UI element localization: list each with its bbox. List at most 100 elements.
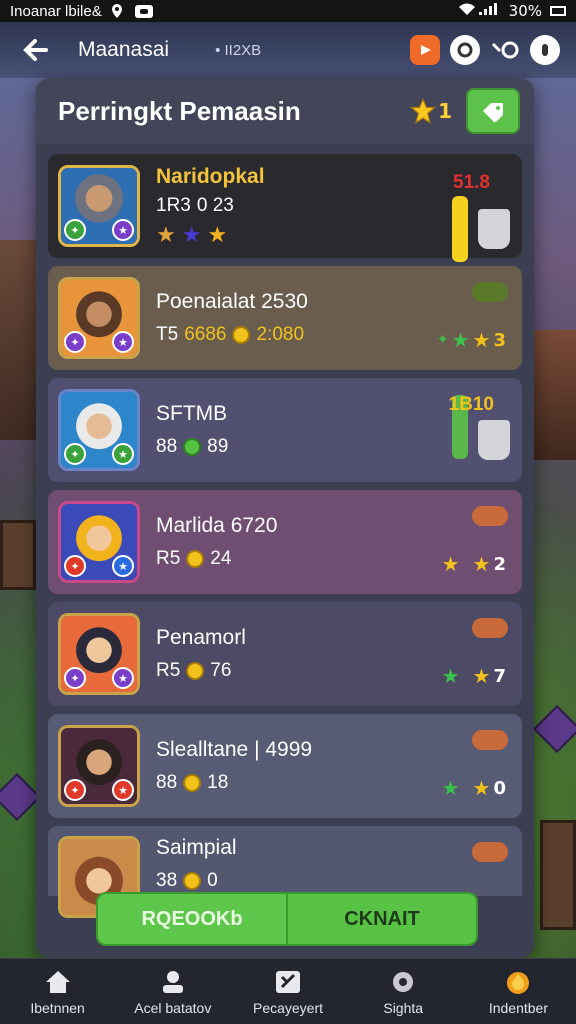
rating-stars: ✦ ★ ★ 3 [436, 328, 506, 352]
nav-label: Indentber [488, 999, 548, 1016]
status-bar: Inoanar lbile& 30% [0, 0, 576, 22]
class-icon: ★ [112, 331, 134, 353]
fire-icon [503, 968, 533, 996]
skill-icon: ✦ [64, 331, 86, 353]
avatar: ✦ ★ [58, 501, 140, 583]
back-arrow-icon [23, 39, 48, 61]
player-stat-a: R5 [156, 660, 181, 681]
trophy-icon [478, 420, 510, 460]
bg-crate-left [0, 520, 36, 590]
refresh-icon[interactable] [450, 35, 480, 65]
player-stat-b: 0 23 [196, 194, 234, 216]
settings-toggle-icon[interactable] [490, 35, 520, 65]
player-stat-a: 88 [156, 772, 178, 793]
avatar: ✦ ★ [58, 165, 140, 247]
nav-label: Pecayeyert [252, 999, 324, 1016]
skill-icon: ✦ [64, 219, 86, 241]
player-stat-a: T5 [156, 324, 179, 345]
player-stat-a: 88 [156, 436, 178, 457]
score-value: 1B10 [448, 394, 494, 415]
location-icon [108, 3, 128, 19]
bg-crate-right [540, 820, 576, 930]
tag-icon [483, 103, 503, 122]
pet-icon [472, 730, 508, 750]
class-icon: ★ [112, 219, 134, 241]
score-value: 51.8 [453, 172, 490, 193]
list-item[interactable]: ✦ ★ Penamorl R5 76 ★ ★ 7 [48, 602, 522, 706]
player-list: ✦ ★ Naridopkal 1R3 0 23 ★★★ 51.8 ✦ ★ Poe… [48, 154, 522, 918]
player-stat-c: 2:080 [256, 324, 305, 345]
avatar: ✦ ★ [58, 277, 140, 359]
gem-icon [183, 438, 202, 456]
class-icon: ★ [112, 779, 134, 801]
swords-icon [273, 968, 303, 996]
list-item[interactable]: ✦ ★ Naridopkal 1R3 0 23 ★★★ 51.8 [48, 154, 522, 262]
coin-icon [183, 872, 202, 890]
coin-icon [183, 774, 202, 792]
bg-building-left [0, 240, 40, 440]
person-icon [158, 968, 188, 996]
pet-icon [472, 282, 508, 302]
list-item[interactable]: ✦ ★ Slealltane | 4999 88 18 ★ ★ 0 [48, 714, 522, 818]
star-count: 7 [493, 665, 506, 687]
class-icon: ★ [112, 555, 134, 577]
star-count: 2 [493, 553, 506, 575]
player-stat-a: 1R3 [156, 194, 191, 216]
coin-icon [232, 326, 251, 344]
avatar: ✦ ★ [58, 389, 140, 471]
recruit-button[interactable]: RQEOOKb [96, 892, 288, 946]
app-subtitle: • II2XB [215, 41, 262, 59]
nav-item-battle[interactable]: Pecayeyert [230, 959, 345, 1024]
player-stat-b: 18 [207, 772, 229, 793]
avatar: ✦ ★ [58, 725, 140, 807]
list-item[interactable]: ✦ ★ SFTMB 88 89 1B10 [48, 378, 522, 482]
nav-label: Acel batatov [134, 999, 212, 1016]
pet-icon [472, 842, 508, 862]
leaderboard-panel: Perringkt Pemaasin 1 ✦ ★ Naridopkal 1R3 … [36, 78, 534, 958]
video-reward-icon[interactable] [410, 35, 440, 65]
nav-item-settings[interactable]: Sighta [346, 959, 461, 1024]
player-stat-b: 24 [210, 548, 232, 569]
list-item[interactable]: ✦ ★ Poenaialat 2530 T5 6686 2:080 ✦ ★ ★ 3 [48, 266, 522, 370]
signal-icon [457, 1, 501, 21]
app-title: Maanasai [78, 38, 170, 61]
player-name: Penamorl [156, 626, 246, 649]
player-name: Marlida 6720 [156, 514, 278, 537]
player-stat-b: 76 [210, 660, 232, 681]
rating-stars: ★ ★ 0 [441, 776, 506, 800]
skill-icon: ✦ [64, 555, 86, 577]
camera-icon [134, 3, 154, 19]
star-count-value: 1 [438, 99, 452, 123]
pet-icon [472, 618, 508, 638]
back-button[interactable] [16, 30, 56, 70]
star-icon [409, 97, 437, 124]
player-stat-a: R5 [156, 548, 181, 569]
skill-icon: ✦ [64, 443, 86, 465]
star-count: 3 [493, 329, 506, 351]
coin-icon [186, 662, 205, 680]
nav-item-home[interactable]: Ibetnnen [0, 959, 115, 1024]
list-item[interactable]: Saimpial 38 0 [48, 826, 522, 918]
app-top-bar: Maanasai • II2XB [0, 22, 576, 78]
class-icon: ★ [112, 443, 134, 465]
panel-title: Perringkt Pemaasin [58, 95, 301, 126]
player-name: Saimpial [156, 836, 237, 859]
rating-stars: ★ ★ 2 [441, 552, 506, 576]
list-item[interactable]: ✦ ★ Marlida 6720 R5 24 ★ ★ 2 [48, 490, 522, 594]
pet-icon [472, 506, 508, 526]
progress-bar [452, 196, 468, 262]
confirm-button[interactable]: CKNAIT [288, 892, 478, 946]
info-icon[interactable] [530, 35, 560, 65]
star-counter: 1 [408, 97, 452, 125]
bottom-nav: Ibetnnen Acel batatov Pecayeyert Sighta … [0, 958, 576, 1024]
player-stat-b: 6686 [184, 324, 227, 345]
carrier-text: Inoanar lbile& [10, 2, 102, 20]
coin-icon [186, 550, 205, 568]
nav-label: Sighta [383, 999, 424, 1016]
gear-icon [388, 968, 418, 996]
avatar: ✦ ★ [58, 613, 140, 695]
action-buttons: RQEOOKb CKNAIT [96, 892, 478, 946]
tag-button[interactable] [466, 88, 520, 134]
nav-item-heroes[interactable]: Acel batatov [115, 959, 230, 1024]
nav-item-events[interactable]: Indentber [461, 959, 576, 1024]
